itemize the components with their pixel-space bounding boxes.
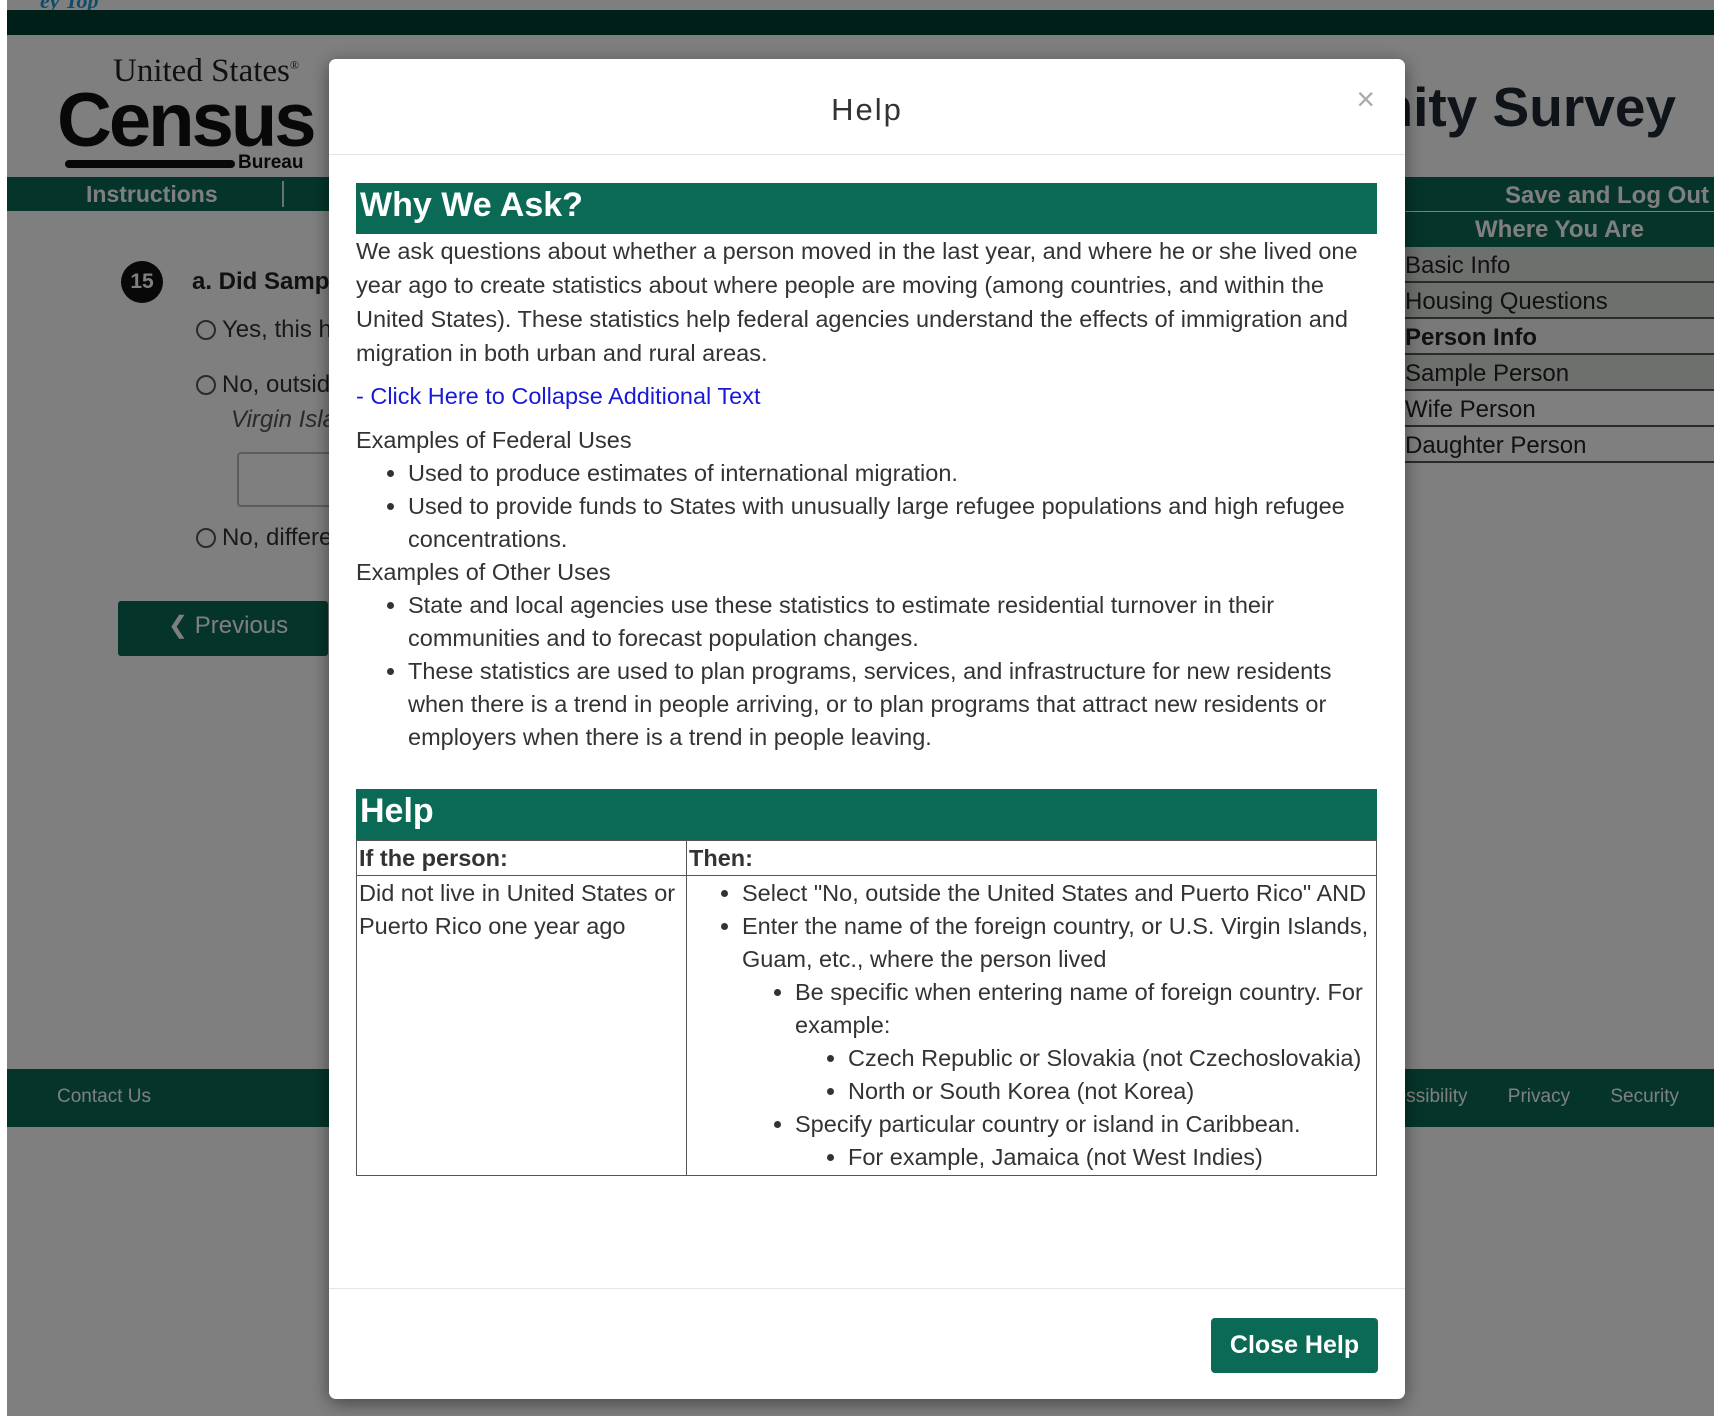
table-row: Did not live in United States or Puerto … (356, 875, 1377, 1176)
list-item: Select "No, outside the United States an… (742, 877, 1374, 910)
modal-body: Why We Ask? We ask questions about wheth… (356, 183, 1377, 1176)
modal-footer: Close Help (329, 1288, 1405, 1399)
other-uses-list: State and local agencies use these stati… (408, 589, 1377, 754)
list-item: Be specific when entering name of foreig… (795, 976, 1374, 1108)
list-item: Used to produce estimates of internation… (408, 457, 1377, 490)
table-cell-action: Select "No, outside the United States an… (686, 875, 1377, 1176)
close-icon[interactable]: × (1356, 81, 1375, 118)
table-header-action: Then: (686, 840, 1377, 876)
list-item: Specify particular country or island in … (795, 1108, 1374, 1174)
list-item: Czech Republic or Slovakia (not Czechosl… (848, 1042, 1374, 1075)
federal-uses-heading: Examples of Federal Uses (356, 427, 632, 453)
list-item: North or South Korea (not Korea) (848, 1075, 1374, 1108)
modal-title: Help (831, 92, 903, 127)
list-item: Enter the name of the foreign country, o… (742, 910, 1374, 1174)
collapse-text-link[interactable]: - Click Here to Collapse Additional Text (356, 383, 1377, 410)
other-uses-heading: Examples of Other Uses (356, 559, 611, 585)
list-item: State and local agencies use these stati… (408, 589, 1377, 655)
list-item: Used to provide funds to States with unu… (408, 490, 1377, 556)
help-heading: Help (356, 789, 1377, 840)
federal-uses-list: Used to produce estimates of internation… (408, 457, 1377, 556)
why-we-ask-text: We ask questions about whether a person … (356, 238, 1358, 366)
why-we-ask-heading: Why We Ask? (356, 183, 1377, 234)
modal-header: Help × (329, 59, 1405, 155)
help-modal: Help × Why We Ask? We ask questions abou… (329, 59, 1405, 1399)
left-gutter (0, 10, 7, 1416)
help-table: If the person: Then: Did not live in Uni… (356, 840, 1377, 1176)
table-header-condition: If the person: (356, 840, 687, 876)
table-header-row: If the person: Then: (356, 840, 1377, 876)
close-help-button[interactable]: Close Help (1211, 1318, 1378, 1373)
list-item: These statistics are used to plan progra… (408, 655, 1377, 754)
list-item: For example, Jamaica (not West Indies) (848, 1141, 1374, 1174)
table-cell-condition: Did not live in United States or Puerto … (356, 875, 687, 1176)
